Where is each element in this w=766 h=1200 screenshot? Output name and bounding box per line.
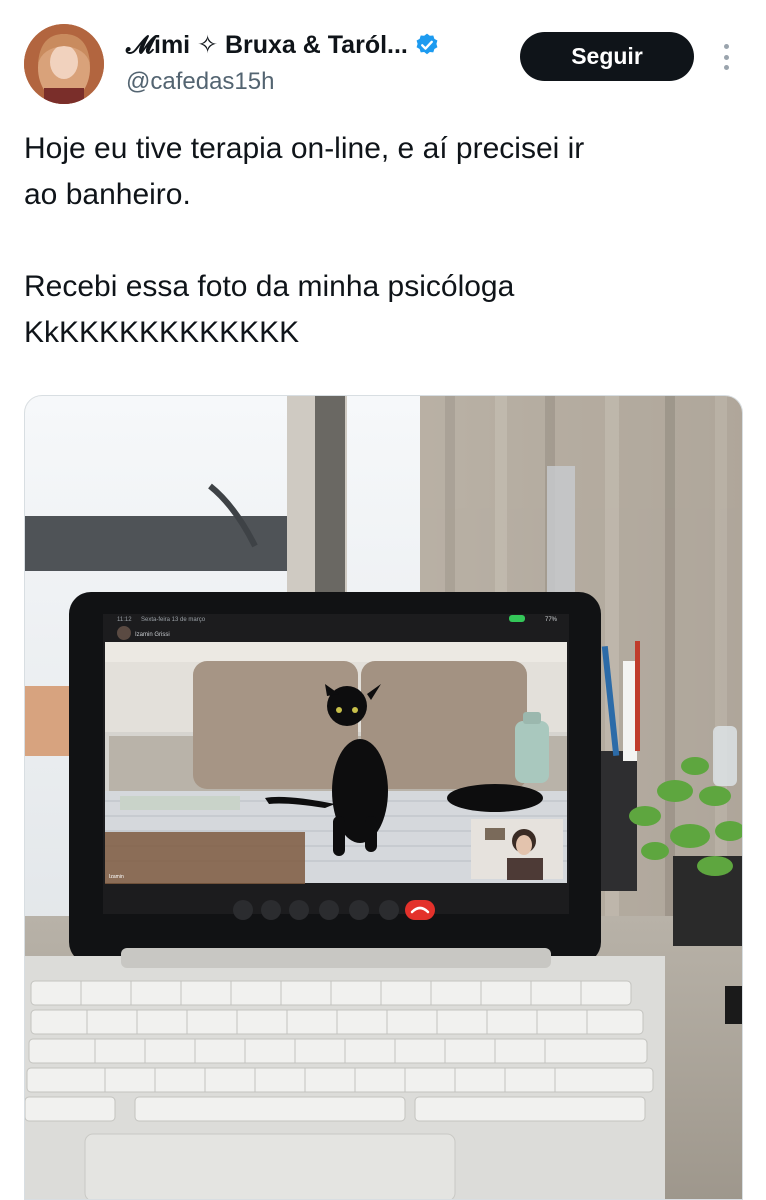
tweet-text: Hoje eu tive terapia on-line, e aí preci… xyxy=(24,132,585,349)
tweet-header: 𝓜imi ✧ Bruxa & Taról... @cafedas15h Segu… xyxy=(0,0,766,110)
participant-name: Izamin Grissi xyxy=(135,632,170,638)
author-display-name[interactable]: 𝓜imi ✧ Bruxa & Taról... xyxy=(126,30,408,60)
tablet-date: Sexta-feira 13 de março xyxy=(141,617,206,623)
tablet-time: 11:12 xyxy=(117,617,132,623)
photo-scene: 11:12 Sexta-feira 13 de março 77% Izamin… xyxy=(25,396,742,1199)
follow-button[interactable]: Seguir xyxy=(520,32,694,81)
self-view-label: Izamin xyxy=(109,874,124,880)
tablet-device: 11:12 Sexta-feira 13 de março 77% Izamin… xyxy=(69,592,601,964)
tablet-battery: 77% xyxy=(545,617,558,623)
tweet-photo[interactable]: 11:12 Sexta-feira 13 de março 77% Izamin… xyxy=(24,395,743,1200)
more-options-icon[interactable] xyxy=(716,40,736,74)
verified-badge-icon xyxy=(416,33,438,55)
author-name-row: 𝓜imi ✧ Bruxa & Taról... xyxy=(126,30,440,60)
author-handle[interactable]: @cafedas15h xyxy=(126,68,274,96)
author-avatar[interactable] xyxy=(24,24,104,104)
keyboard-case xyxy=(25,948,665,1199)
